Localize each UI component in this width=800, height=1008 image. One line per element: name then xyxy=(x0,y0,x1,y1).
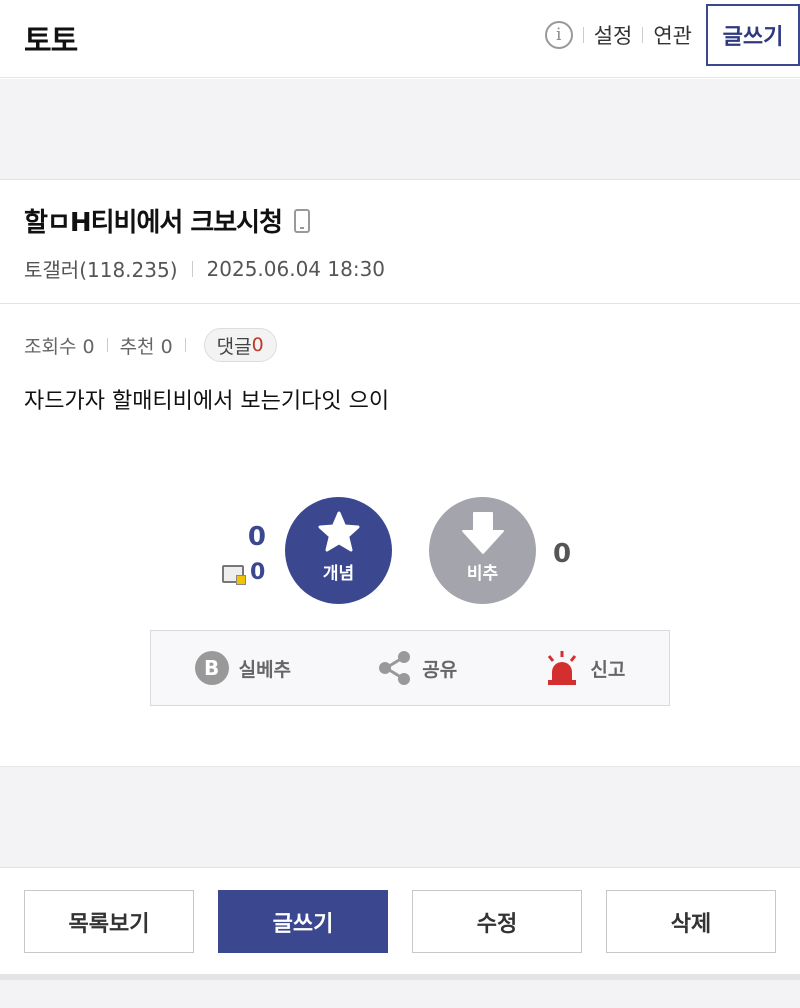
post-title-text: 할ㅁH티비에서 크보시청 xyxy=(24,208,283,238)
downvote-button[interactable]: 비추 xyxy=(429,497,536,604)
recommend-count: 추천 0 xyxy=(119,335,173,358)
arrow-down-icon xyxy=(461,512,504,554)
gallery-title[interactable]: 토토 xyxy=(24,16,78,60)
ad-band-bottom xyxy=(0,766,800,868)
related-link[interactable]: 연관 xyxy=(653,20,692,50)
stats-divider xyxy=(106,338,108,352)
delete-button[interactable]: 삭제 xyxy=(606,890,776,953)
post-actions-box: B 실베추 공유 신고 xyxy=(150,630,670,706)
header-divider xyxy=(642,27,644,43)
post-date: 2025.06.04 18:30 xyxy=(206,256,386,281)
post-title: 할ㅁH티비에서 크보시청 xyxy=(24,202,311,239)
report-button[interactable]: 신고 xyxy=(544,650,625,686)
best-b-icon: B xyxy=(194,651,229,685)
footer-strip xyxy=(0,974,800,1008)
header-write-button[interactable]: 글쓰기 xyxy=(706,4,800,66)
view-count: 조회수 0 xyxy=(24,335,95,358)
ad-band-top xyxy=(0,79,800,180)
best-recommend-label: 실베추 xyxy=(238,658,292,681)
post-body: 자드가자 할매티비에서 보는기다잇 으이 xyxy=(24,389,390,414)
share-label: 공유 xyxy=(422,658,458,681)
header-bar: 토토 i 설정 연관 글쓰기 xyxy=(0,0,800,78)
post-meta: 토갤러(118.235) 2025.06.04 18:30 xyxy=(24,254,385,283)
divider xyxy=(0,303,800,304)
post-author[interactable]: 토갤러(118.235) xyxy=(24,254,178,283)
downvote-count: 0 xyxy=(553,539,572,569)
write-button[interactable]: 글쓰기 xyxy=(218,890,388,953)
share-button[interactable]: 공유 xyxy=(378,650,457,686)
siren-icon xyxy=(548,651,577,685)
mobile-icon xyxy=(294,208,311,233)
star-icon xyxy=(318,511,359,552)
upvote-button[interactable]: 개념 xyxy=(285,497,392,604)
post-stats: 조회수 0 추천 0 댓글 0 xyxy=(24,328,277,362)
comment-count: 0 xyxy=(251,334,264,356)
comment-label: 댓글 xyxy=(216,335,252,358)
report-label: 신고 xyxy=(590,658,626,681)
edit-button[interactable]: 수정 xyxy=(412,890,582,953)
best-recommend-button[interactable]: B 실베추 xyxy=(194,651,292,685)
stats-divider xyxy=(184,338,186,352)
info-icon[interactable]: i xyxy=(544,21,573,49)
list-button[interactable]: 목록보기 xyxy=(24,890,194,953)
settings-link[interactable]: 설정 xyxy=(594,20,633,50)
bottom-button-bar: 목록보기 글쓰기 수정 삭제 xyxy=(24,890,800,953)
header-divider xyxy=(582,27,584,43)
comment-badge[interactable]: 댓글 0 xyxy=(203,328,277,362)
downvote-label: 비추 xyxy=(466,564,499,584)
fixed-nick-icon xyxy=(222,565,246,585)
fixed-nick-upvote-count: 0 xyxy=(250,560,266,585)
upvote-count: 0 xyxy=(247,522,266,552)
meta-divider xyxy=(191,260,193,277)
share-icon xyxy=(379,651,411,685)
header-actions: i 설정 연관 글쓰기 xyxy=(544,4,800,66)
upvote-label: 개념 xyxy=(322,564,355,584)
